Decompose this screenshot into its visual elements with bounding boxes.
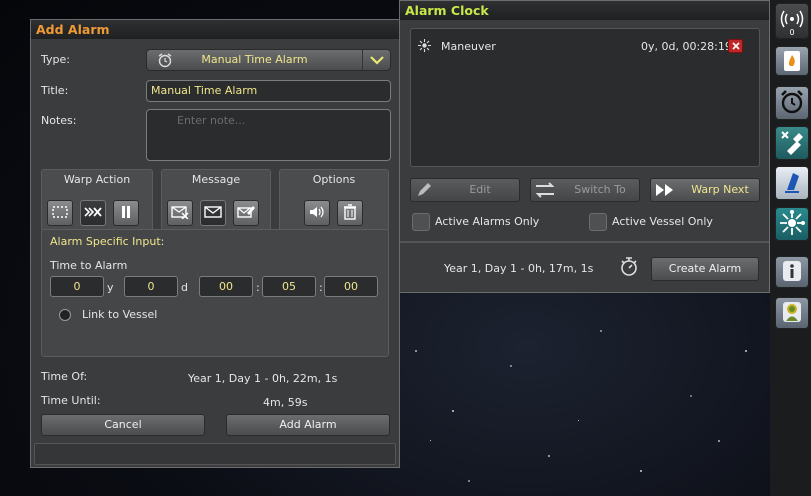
switch-to-button[interactable]: Switch To — [530, 178, 640, 202]
add-alarm-button[interactable]: Add Alarm — [226, 414, 390, 436]
notes-placeholder: Enter note... — [177, 114, 246, 127]
warp-action-label: Warp Action — [63, 173, 131, 186]
warp-next-label: Warp Next — [691, 183, 749, 196]
resources-button[interactable] — [775, 46, 809, 76]
type-dropdown[interactable]: Manual Time Alarm — [146, 49, 391, 71]
minutes-separator: : — [319, 281, 323, 294]
warp-next-button[interactable]: Warp Next — [650, 178, 760, 202]
options-group: Options — [279, 169, 389, 232]
years-unit: y — [107, 281, 114, 294]
cancel-button[interactable]: Cancel — [41, 414, 205, 436]
alarm-list[interactable]: Maneuver 0y, 0d, 00:28:19 — [410, 28, 760, 167]
kerbnet-icon — [781, 170, 803, 197]
delete-alarm-button[interactable] — [728, 39, 743, 53]
resources-fuel-icon — [781, 48, 803, 75]
engineer-tools-icon — [779, 129, 805, 158]
swap-arrows-icon — [534, 182, 556, 205]
message-group: Message — [161, 169, 271, 232]
alarm-clock-window: Alarm Clock Maneuver 0y, 0d, 00:28:19 Ed… — [399, 0, 770, 293]
switch-to-label: Switch To — [574, 183, 626, 196]
days-input[interactable]: 0 — [124, 276, 178, 297]
kill-warp-icon — [84, 205, 102, 222]
kerbal-portrait-icon — [781, 300, 803, 327]
maneuver-node-icon — [779, 209, 805, 239]
active-vessel-checkbox[interactable] — [589, 213, 607, 231]
hours-separator: : — [256, 281, 260, 294]
commnet-button[interactable]: 0 — [775, 3, 809, 39]
notes-textarea[interactable]: Enter note... — [146, 109, 391, 161]
add-alarm-window: Add Alarm Type: Manual Time Alarm Title:… — [30, 19, 400, 468]
message-icon — [204, 205, 222, 222]
title-input[interactable]: Manual Time Alarm — [146, 80, 391, 102]
time-until-value: 4m, 59s — [263, 396, 308, 409]
seconds-input[interactable]: 00 — [324, 276, 378, 297]
active-alarms-label: Active Alarms Only — [435, 215, 540, 228]
close-icon — [731, 40, 740, 53]
pause-icon — [120, 205, 132, 222]
active-alarms-checkbox[interactable] — [412, 213, 430, 231]
alarm-time: 0y, 0d, 00:28:19 — [641, 40, 732, 53]
delete-after-button[interactable] — [337, 200, 363, 226]
current-time: Year 1, Day 1 - 0h, 17m, 1s — [444, 262, 594, 275]
kerbnet-button[interactable] — [775, 166, 809, 200]
sound-button[interactable] — [304, 200, 330, 226]
link-vessel-label: Link to Vessel — [82, 308, 158, 321]
message-pencil-icon — [237, 205, 255, 222]
fast-forward-icon — [655, 183, 675, 204]
divider — [400, 241, 769, 243]
create-alarm-button[interactable]: Create Alarm — [651, 257, 759, 281]
time-until-label: Time Until: — [41, 394, 101, 407]
warp-action-none-button[interactable] — [47, 200, 73, 226]
title-label: Title: — [41, 84, 69, 97]
type-label: Type: — [41, 53, 70, 66]
window-title[interactable]: Add Alarm — [31, 20, 399, 39]
edit-label: Edit — [469, 183, 491, 196]
alarm-clock-button[interactable] — [775, 86, 809, 120]
alarm-clock-icon — [779, 89, 805, 118]
days-unit: d — [181, 281, 188, 294]
time-to-alarm-label: Time to Alarm — [50, 259, 128, 272]
alarm-name: Maneuver — [441, 40, 496, 53]
speaker-icon — [309, 205, 325, 222]
engineer-button[interactable] — [775, 126, 809, 160]
years-input[interactable]: 0 — [50, 276, 104, 297]
commnet-count: 0 — [789, 28, 795, 37]
active-vessel-label: Active Vessel Only — [612, 215, 713, 228]
stopwatch-icon[interactable] — [619, 257, 639, 280]
message-label: Message — [191, 173, 241, 186]
message-vessel-button[interactable] — [233, 200, 259, 226]
hours-input[interactable]: 00 — [199, 276, 253, 297]
notes-label: Notes: — [41, 114, 77, 127]
warp-action-group: Warp Action — [41, 169, 153, 232]
type-value: Manual Time Alarm — [201, 53, 308, 66]
edit-button[interactable]: Edit — [410, 178, 520, 202]
minutes-input[interactable]: 05 — [262, 276, 316, 297]
specific-heading: Alarm Specific Input: — [50, 235, 165, 248]
info-button[interactable] — [775, 256, 809, 288]
window-footer — [34, 443, 396, 465]
maneuver-node-icon — [418, 39, 431, 55]
info-icon — [781, 259, 803, 286]
window-title[interactable]: Alarm Clock — [400, 1, 769, 20]
no-message-button[interactable] — [167, 200, 193, 226]
chevron-down-icon[interactable] — [362, 50, 390, 70]
message-on-button[interactable] — [200, 200, 226, 226]
pause-game-button[interactable] — [113, 200, 139, 226]
time-of-label: Time Of: — [41, 370, 88, 383]
options-label: Options — [312, 173, 356, 186]
trash-icon — [343, 203, 357, 223]
kill-warp-button[interactable] — [80, 200, 106, 226]
time-of-value: Year 1, Day 1 - 0h, 22m, 1s — [188, 372, 338, 385]
message-off-icon — [171, 205, 189, 222]
pencil-icon — [415, 181, 433, 206]
list-item[interactable]: Maneuver 0y, 0d, 00:28:19 — [411, 38, 759, 56]
no-warp-icon — [52, 205, 68, 222]
kerbal-button[interactable] — [775, 297, 809, 329]
maneuver-button[interactable] — [775, 207, 809, 241]
link-vessel-radio[interactable] — [59, 309, 71, 321]
